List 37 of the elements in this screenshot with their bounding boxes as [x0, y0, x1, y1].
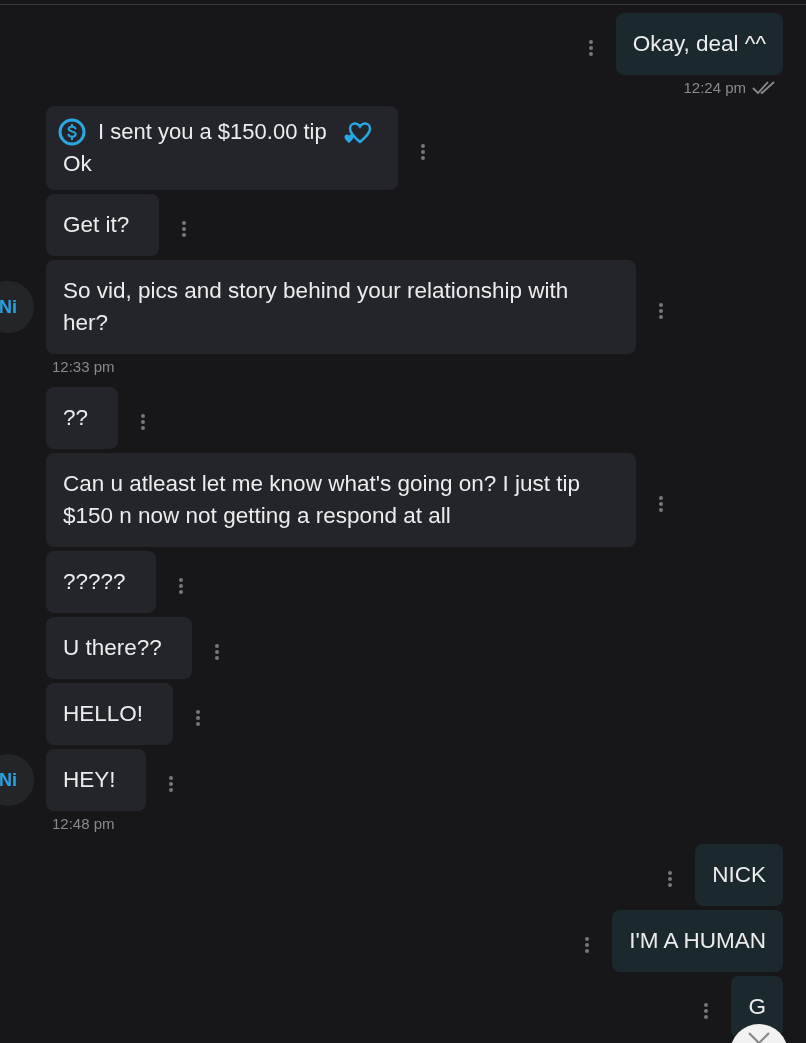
message-text: Get it?: [63, 211, 130, 239]
hearts-icon: [342, 119, 373, 145]
more-options-icon[interactable]: [177, 577, 184, 595]
more-options-icon[interactable]: [667, 870, 674, 888]
tip-text: I sent you a $150.00 tip: [98, 118, 327, 146]
message-text: ??: [63, 404, 89, 432]
message-text: NICK: [712, 861, 766, 889]
more-options-icon[interactable]: [140, 413, 147, 431]
avatar[interactable]: Ni: [0, 281, 34, 333]
message-time: 12:48 pm: [52, 815, 115, 832]
more-options-icon[interactable]: [584, 936, 591, 954]
more-options-icon[interactable]: [181, 220, 188, 238]
message-text: Okay, deal ^^: [632, 30, 766, 58]
more-options-icon[interactable]: [213, 643, 220, 661]
message-text: HEY!: [63, 766, 116, 794]
more-options-icon[interactable]: [658, 495, 664, 513]
more-options-icon[interactable]: [587, 39, 594, 57]
message-time: 12:33 pm: [52, 358, 115, 375]
more-options-icon[interactable]: [703, 1002, 710, 1020]
message-text: ?????: [63, 568, 126, 596]
more-options-icon[interactable]: [167, 775, 174, 793]
more-options-icon[interactable]: [195, 709, 202, 727]
message-text: Ok: [62, 150, 93, 178]
message-time: 12:24 pm: [683, 79, 746, 96]
message-text: U there??: [63, 634, 162, 662]
message-text: G: [748, 993, 766, 1021]
message-text: Can u atleast let me know what's going on? I just tip $150 n now not getting a respond at all: [63, 470, 582, 530]
more-options-icon[interactable]: [658, 302, 664, 320]
avatar-initials: Ni: [0, 769, 17, 791]
avatar-initials: Ni: [0, 296, 17, 318]
chevron-down-icon: [747, 1031, 771, 1043]
message-text: HELLO!: [63, 700, 144, 728]
dollar-coin-icon: [58, 118, 86, 146]
more-options-icon[interactable]: [420, 143, 426, 161]
message-text: So vid, pics and story behind your relationship with her?: [63, 277, 570, 337]
avatar[interactable]: Ni: [0, 754, 34, 806]
message-text: I'M A HUMAN: [629, 927, 766, 955]
